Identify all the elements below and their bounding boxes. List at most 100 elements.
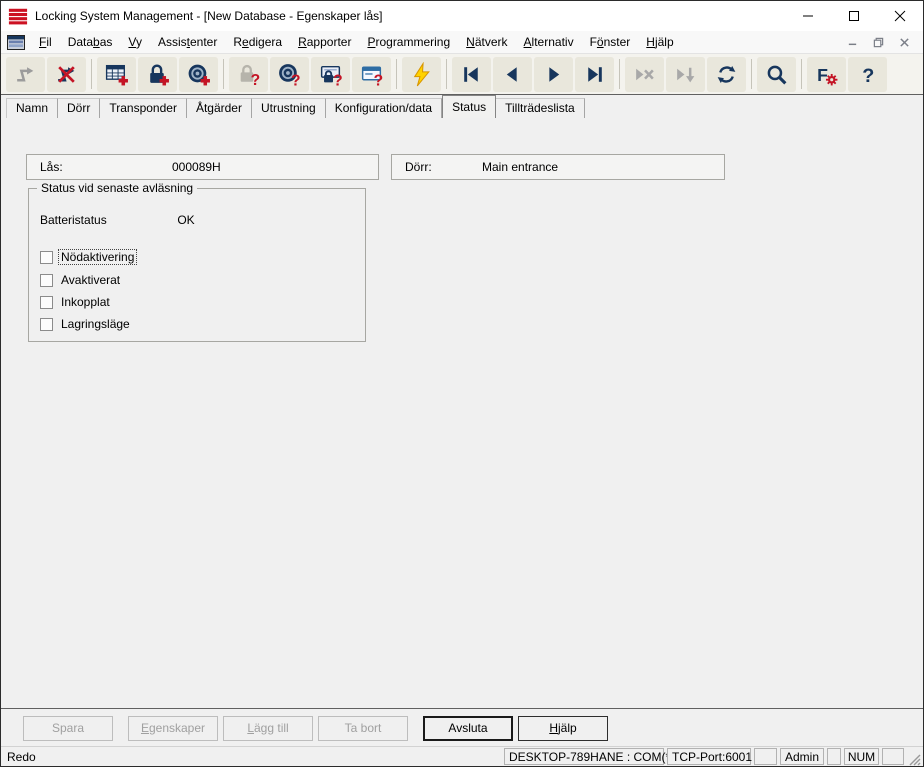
- door-field-label: Dörr:: [405, 160, 432, 174]
- minimize-icon: [803, 15, 813, 17]
- mdi-minimize-icon: [848, 43, 856, 45]
- title-bar: Locking System Management - [New Databas…: [1, 1, 923, 31]
- next-record-icon: [549, 66, 560, 82]
- read-mifare-lock-button[interactable]: ?: [311, 56, 350, 92]
- checkbox-box[interactable]: [40, 295, 53, 309]
- first-record-icon: [464, 66, 478, 82]
- checkbox-nodaktivering[interactable]: Nödaktivering: [40, 249, 138, 265]
- search-button[interactable]: [757, 56, 796, 92]
- mdi-close-button[interactable]: [891, 33, 917, 51]
- save-button[interactable]: Spara: [23, 716, 113, 741]
- undo-button[interactable]: [6, 56, 45, 92]
- toolbar-separator: [446, 59, 447, 89]
- menu-hjalp[interactable]: Hjälp: [638, 32, 681, 52]
- last-record-icon: [588, 66, 602, 82]
- checkbox-label: Avaktiverat: [61, 273, 121, 287]
- help-button[interactable]: ?: [848, 56, 887, 92]
- status-cell-empty-1: [754, 748, 777, 765]
- svg-text:?: ?: [374, 72, 384, 87]
- new-matrix-button[interactable]: [97, 56, 136, 92]
- read-lock-button[interactable]: ?: [229, 56, 268, 92]
- menu-databas[interactable]: Databas: [60, 32, 121, 52]
- status-message: Redo: [7, 749, 36, 764]
- checkbox-inkopplat[interactable]: Inkopplat: [40, 295, 112, 309]
- tab-tilltradeslista[interactable]: Tillträdeslista: [496, 98, 585, 118]
- checkbox-label: Inkopplat: [61, 295, 110, 309]
- abort-action-button[interactable]: [47, 56, 86, 92]
- menu-alternativ[interactable]: Alternativ: [516, 32, 582, 52]
- app-window: Locking System Management - [New Databas…: [0, 0, 924, 767]
- checkbox-lagringslage[interactable]: Lagringsläge: [40, 317, 132, 331]
- status-groupbox: Status vid senaste avläsning Batteristat…: [28, 181, 366, 342]
- battery-status-value: OK: [177, 213, 195, 227]
- menu-programmering[interactable]: Programmering: [359, 32, 458, 52]
- new-transponder-plus-icon: [188, 64, 210, 85]
- maximize-button[interactable]: [831, 1, 877, 31]
- menu-natverk[interactable]: Nätverk: [458, 32, 515, 52]
- mdi-restore-button[interactable]: [865, 33, 891, 51]
- read-card-icon: ?: [361, 65, 384, 87]
- lightning-icon: [413, 61, 430, 86]
- menu-redigera[interactable]: Redigera: [225, 32, 290, 52]
- exit-button[interactable]: Avsluta: [423, 716, 513, 741]
- menu-fonster[interactable]: Fönster: [582, 32, 639, 52]
- minimize-button[interactable]: [785, 1, 831, 31]
- checkbox-avaktiverat[interactable]: Avaktiverat: [40, 273, 122, 287]
- read-card-button[interactable]: ?: [352, 56, 391, 92]
- undo-icon: [17, 66, 34, 81]
- tab-status[interactable]: Status: [442, 95, 497, 118]
- lock-field-value: 000089H: [172, 160, 221, 174]
- goto-record-button[interactable]: [666, 56, 705, 92]
- remove-button[interactable]: Ta bort: [318, 716, 408, 741]
- tab-utrustning[interactable]: Utrustning: [251, 98, 326, 118]
- properties-button[interactable]: Egenskaper: [128, 716, 218, 741]
- first-record-button[interactable]: [452, 56, 491, 92]
- abort-action-icon: [58, 65, 75, 83]
- refresh-icon: [717, 65, 736, 83]
- toolbar-separator: [396, 59, 397, 89]
- search-icon: [767, 65, 787, 84]
- checkbox-box[interactable]: [40, 317, 53, 331]
- tab-namn[interactable]: Namn: [6, 98, 59, 118]
- help-footer-button[interactable]: Hjälp: [518, 716, 608, 741]
- status-tab-panel: Lås: 000089H Dörr: Main entrance Status …: [1, 118, 923, 708]
- battery-status-label: Batteristatus: [40, 213, 107, 227]
- program-button[interactable]: [402, 56, 441, 92]
- new-lock-button[interactable]: [138, 56, 177, 92]
- last-record-button[interactable]: [575, 56, 614, 92]
- status-cell-empty-3: [882, 748, 904, 765]
- toolbar-separator: [91, 59, 92, 89]
- new-transponder-button[interactable]: [179, 56, 218, 92]
- menu-rapporter[interactable]: Rapporter: [290, 32, 359, 52]
- status-bar: Redo DESKTOP-789HANE : COM(*) TCP-Port:6…: [1, 746, 923, 766]
- lock-field: Lås: 000089H: [26, 154, 379, 180]
- maximize-icon: [849, 11, 859, 21]
- filter-settings-icon: F: [817, 64, 838, 85]
- door-field-value: Main entrance: [482, 160, 559, 174]
- add-button[interactable]: Lägg till: [223, 716, 313, 741]
- mdi-document-icon[interactable]: [7, 34, 25, 50]
- svg-text:?: ?: [251, 71, 261, 86]
- read-lock-icon: ?: [240, 64, 261, 87]
- menu-fil[interactable]: Fil: [31, 32, 60, 52]
- next-record-button[interactable]: [534, 56, 573, 92]
- mdi-minimize-button[interactable]: [839, 33, 865, 51]
- menu-bar: Fil Databas Vy Assistenter Redigera Rapp…: [1, 31, 923, 54]
- refresh-button[interactable]: [707, 56, 746, 92]
- close-button[interactable]: [877, 1, 923, 31]
- svg-text:?: ?: [862, 64, 874, 86]
- cancel-edit-button[interactable]: [625, 56, 664, 92]
- resize-grip-icon[interactable]: [907, 752, 921, 766]
- tab-konfiguration-data[interactable]: Konfiguration/data: [325, 98, 443, 118]
- previous-record-button[interactable]: [493, 56, 532, 92]
- menu-assistenter[interactable]: Assistenter: [150, 32, 225, 52]
- tab-transponder[interactable]: Transponder: [100, 98, 187, 118]
- menu-vy[interactable]: Vy: [120, 32, 150, 52]
- new-matrix-icon: [105, 64, 128, 85]
- checkbox-box[interactable]: [40, 273, 53, 287]
- checkbox-box[interactable]: [40, 250, 53, 264]
- read-transponder-button[interactable]: ?: [270, 56, 309, 92]
- tab-dorr[interactable]: Dörr: [58, 98, 101, 118]
- tab-atgarder[interactable]: Åtgärder: [186, 98, 252, 118]
- filter-settings-button[interactable]: F: [807, 56, 846, 92]
